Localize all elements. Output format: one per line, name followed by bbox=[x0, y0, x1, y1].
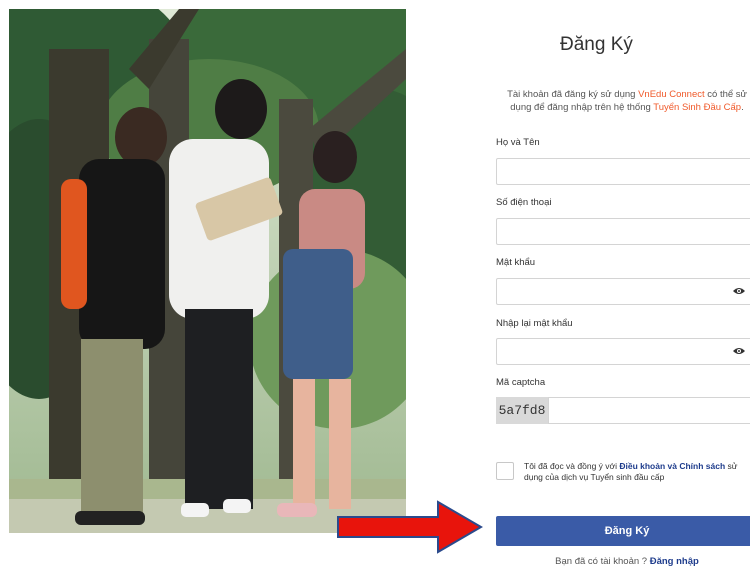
agree-text-pre: Tôi đã đọc và đồng ý với bbox=[524, 461, 620, 471]
password-label: Mật khẩu bbox=[496, 257, 536, 268]
system-highlight: Tuyển Sinh Đầu Cấp bbox=[653, 102, 742, 113]
agree-checkbox[interactable] bbox=[496, 462, 514, 480]
eye-icon[interactable] bbox=[733, 347, 745, 355]
name-input[interactable] bbox=[496, 158, 750, 185]
subtitle-text-end: . bbox=[741, 102, 744, 113]
login-prompt: Bạn đã có tài khoản ? Đăng nhập bbox=[496, 556, 750, 567]
login-prompt-text: Bạn đã có tài khoản ? bbox=[555, 556, 650, 567]
name-label: Họ và Tên bbox=[496, 137, 540, 148]
confirm-password-input[interactable] bbox=[496, 338, 750, 365]
captcha-input[interactable] bbox=[548, 397, 750, 424]
agree-text: Tôi đã đọc và đồng ý với Điều khoản và C… bbox=[524, 461, 750, 482]
hero-photo bbox=[9, 9, 406, 533]
red-arrow-icon bbox=[337, 500, 483, 554]
page-title: Đăng Ký bbox=[560, 34, 633, 55]
password-input[interactable] bbox=[496, 278, 750, 305]
register-button[interactable]: Đăng Ký bbox=[496, 516, 750, 546]
brand-highlight: VnEdu Connect bbox=[638, 89, 705, 100]
eye-icon[interactable] bbox=[733, 287, 745, 295]
phone-input[interactable] bbox=[496, 218, 750, 245]
form-subtitle: Tài khoản đã đăng ký sử dụng VnEdu Conne… bbox=[496, 88, 750, 114]
confirm-password-label: Nhập lại mật khẩu bbox=[496, 318, 573, 329]
subtitle-text: Tài khoản đã đăng ký sử dụng bbox=[507, 89, 639, 100]
login-link[interactable]: Đăng nhập bbox=[650, 556, 699, 567]
terms-link[interactable]: Điều khoản và Chính sách bbox=[619, 461, 725, 471]
captcha-label: Mã captcha bbox=[496, 377, 546, 388]
phone-label: Số điện thoại bbox=[496, 197, 552, 208]
captcha-image: 5a7fd8 bbox=[496, 397, 548, 424]
